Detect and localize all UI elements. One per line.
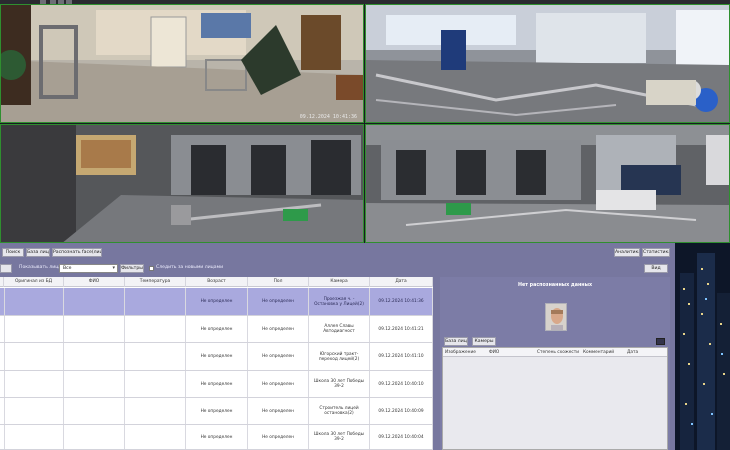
camera-view-1[interactable]: 09.12.2024 10:41:36	[0, 4, 364, 123]
table-cell: Аллея Славы Автодиагност	[309, 316, 370, 342]
camera-frame-image	[1, 125, 363, 242]
table-cell: Не определен	[248, 371, 309, 397]
table-cell	[64, 425, 125, 449]
table-cell	[64, 398, 125, 424]
table-cell: Проезжая ч. - Остановка у Лицей(2)	[309, 288, 370, 315]
camera-frame-image	[1, 5, 363, 122]
table-row[interactable]: Не определен Не определен Аллея Славы Ав…	[0, 316, 433, 343]
table-cell: Не определен	[186, 398, 248, 424]
table-row[interactable]: Не определен Не определен Югорский тракт…	[0, 343, 433, 371]
app-window: 09.12.2024 10:41:36 Поиск База лиц Распо…	[0, 0, 730, 450]
table-cell: Не определен	[248, 343, 309, 370]
chevron-down-icon: ▾	[112, 265, 115, 271]
table-cell	[125, 425, 186, 449]
table-cell: 09.12.2024 10:40:04	[370, 425, 433, 449]
table-cell	[4, 398, 64, 424]
column-header[interactable]: Изображение	[445, 348, 476, 357]
filters-button[interactable]: Фильтры	[120, 264, 144, 273]
table-row[interactable]: Не определен Не определен Строитель лице…	[0, 398, 433, 425]
column-header[interactable]: ФИО	[489, 348, 499, 357]
monitor-icon[interactable]	[656, 338, 665, 345]
table-cell	[4, 316, 64, 342]
table-cell: Строитель лицей остановка(2)	[309, 398, 370, 424]
table-cell	[4, 371, 64, 397]
camera-frame-image	[366, 5, 729, 122]
table-cell: 09.12.2024 10:41:10	[370, 343, 433, 370]
table-cell: Не определен	[248, 398, 309, 424]
table-cell: Не определен	[186, 425, 248, 449]
column-header[interactable]: Камера	[309, 277, 370, 287]
new-faces-label: Следить за новыми лицами	[156, 265, 224, 270]
show-faces-label: Показывать лица	[19, 265, 62, 270]
table-cell	[64, 316, 125, 342]
table-cell	[4, 288, 64, 315]
table-cell: Не определен	[186, 288, 248, 315]
table-row[interactable]: Не определен Не определен Проезжая ч. - …	[0, 288, 433, 316]
table-cell	[64, 288, 125, 315]
table-cell: Югорский тракт-переход лицей(2)	[309, 343, 370, 370]
table-cell	[125, 316, 186, 342]
table-cell	[64, 371, 125, 397]
table-cell: Не определен	[248, 425, 309, 449]
table-cell: Школа 30 лет Победы 39-2	[309, 425, 370, 449]
face-thumbnail	[545, 303, 567, 331]
column-header[interactable]: Оригинал из БД	[4, 277, 64, 287]
analytics-button[interactable]: Аналитика	[614, 248, 640, 257]
table-cell: 09.12.2024 10:41:21	[370, 316, 433, 342]
table-cell: Не определен	[186, 343, 248, 370]
column-header[interactable]: Пол	[248, 277, 309, 287]
show-faces-value: Все	[63, 266, 72, 271]
table-cell	[125, 288, 186, 315]
table-cell: 09.12.2024 10:41:36	[370, 288, 433, 315]
table-cell	[125, 371, 186, 397]
camera-view-2[interactable]	[365, 4, 730, 123]
filter-toggle-button[interactable]	[0, 264, 12, 273]
table-cell	[125, 398, 186, 424]
results-table: Оригинал из БД ФИО Температура Возраст П…	[0, 277, 433, 450]
column-header[interactable]: Дата	[627, 348, 638, 357]
column-header[interactable]: Возраст	[186, 277, 248, 287]
table-cell: Не определен	[186, 316, 248, 342]
column-header[interactable]: ФИО	[64, 277, 125, 287]
column-header[interactable]: Комментарий	[583, 348, 614, 357]
camera-frame-image	[366, 125, 729, 242]
column-header[interactable]: Степень схожести	[537, 348, 579, 357]
cameras-button[interactable]: Камеры	[472, 337, 496, 346]
table-cell	[64, 343, 125, 370]
table-cell: 09.12.2024 10:40:09	[370, 398, 433, 424]
face-db-button[interactable]: База лиц	[444, 337, 468, 346]
column-header[interactable]: Температура	[125, 277, 186, 287]
table-cell: Не определен	[186, 371, 248, 397]
table-header: Оригинал из БД ФИО Температура Возраст П…	[0, 277, 433, 287]
matches-table-header: Изображение ФИО Степень схожести Коммент…	[443, 348, 667, 357]
camera-view-4[interactable]	[365, 124, 730, 243]
search-button[interactable]: Поиск	[2, 248, 24, 257]
camera-view-3[interactable]	[0, 124, 364, 243]
table-cell	[4, 425, 64, 449]
table-cell: Школа 30 лет Победы 39-2	[309, 371, 370, 397]
face-db-button[interactable]: База лиц	[26, 248, 50, 257]
desktop-wallpaper	[675, 243, 730, 450]
column-header[interactable]: Дата	[370, 277, 433, 287]
table-cell	[4, 343, 64, 370]
matches-table: Изображение ФИО Степень схожести Коммент…	[442, 347, 668, 450]
table-cell	[125, 343, 186, 370]
statistics-button[interactable]: Статистика	[642, 248, 670, 257]
table-cell: Не определен	[248, 288, 309, 315]
no-data-message: Нет распознанных данных	[517, 283, 593, 288]
table-row[interactable]: Не определен Не определен Школа 30 лет П…	[0, 371, 433, 398]
table-row[interactable]: Не определен Не определен Школа 30 лет П…	[0, 425, 433, 450]
camera-timestamp: 09.12.2024 10:41:36	[299, 114, 357, 120]
view-button[interactable]: Вид	[644, 264, 668, 273]
show-faces-select[interactable]: Все ▾	[59, 264, 118, 273]
table-cell: Не определен	[248, 316, 309, 342]
recognize-faces-button[interactable]: Распознать face(лица)	[52, 248, 102, 257]
table-cell: 09.12.2024 10:40:10	[370, 371, 433, 397]
new-faces-checkbox[interactable]	[149, 266, 154, 271]
